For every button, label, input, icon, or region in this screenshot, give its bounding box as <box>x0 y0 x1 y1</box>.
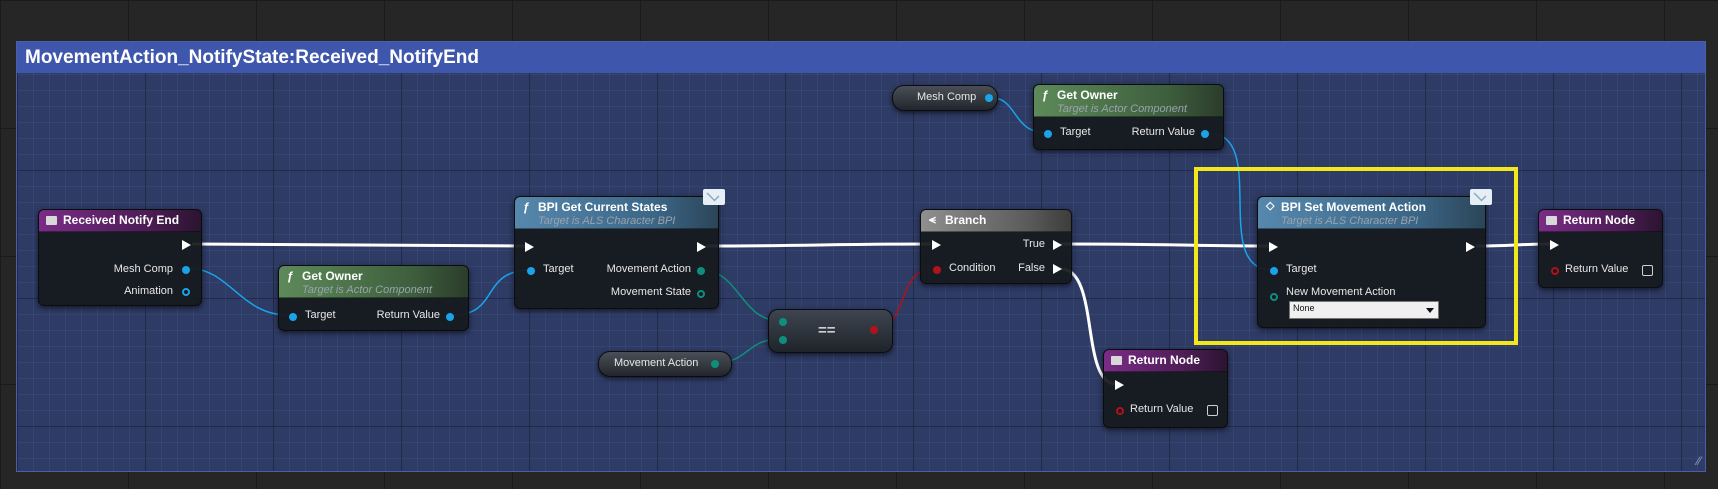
branch-node[interactable]: ⪪ Branch True Condition False <box>920 209 1072 284</box>
pin-label: Movement State <box>610 286 691 298</box>
pin-label: Return Value <box>376 309 440 321</box>
get-owner-node[interactable]: ƒ Get Owner Target is Actor Component Ta… <box>278 265 469 331</box>
node-title: BPI Get Current States <box>538 200 668 214</box>
node-header: Received Notify End <box>39 210 201 232</box>
pin-label: Target <box>305 309 336 321</box>
return-value-checkbox[interactable] <box>1207 405 1218 416</box>
branch-icon: ⪪ <box>929 212 936 226</box>
exec-in-pin[interactable] <box>932 240 941 250</box>
object-wire <box>186 267 289 316</box>
result-pin[interactable] <box>870 326 878 334</box>
pin-label: Return Value <box>1130 403 1194 415</box>
pin-label: True <box>1022 238 1045 250</box>
exec-in-pin[interactable] <box>1550 240 1559 250</box>
false-exec-pin[interactable] <box>1053 264 1062 274</box>
return-node[interactable]: Return Node Return Value <box>1538 209 1663 288</box>
return-value-pin[interactable] <box>1551 267 1559 275</box>
function-icon: ƒ <box>523 200 530 214</box>
node-header: Return Node <box>1539 210 1662 232</box>
pin-label: Target <box>543 263 574 275</box>
true-exec-pin[interactable] <box>1053 240 1062 250</box>
condition-pin[interactable] <box>933 266 941 274</box>
return-value-pin[interactable] <box>1116 407 1124 415</box>
node-title: Branch <box>945 213 987 227</box>
function-icon: ƒ <box>287 269 294 283</box>
event-icon <box>46 216 57 225</box>
node-title: Get Owner <box>1057 88 1118 102</box>
get-owner-node[interactable]: ƒ Get Owner Target is Actor Component Ta… <box>1033 84 1224 150</box>
variable-label: Movement Action <box>614 357 699 369</box>
mesh-comp-variable-node[interactable]: Mesh Comp <box>892 85 998 111</box>
movement-action-variable-node[interactable]: Movement Action <box>598 351 732 377</box>
node-title: Received Notify End <box>63 213 180 227</box>
variable-label: Mesh Comp <box>917 91 977 103</box>
pin-label: Condition <box>949 262 996 274</box>
pin-label: Movement Action <box>606 263 691 275</box>
movement-state-pin[interactable] <box>697 290 705 298</box>
node-header: ƒ Get Owner Target is Actor Component <box>1034 85 1223 117</box>
exec-out-pin[interactable] <box>182 240 191 250</box>
node-header: ⪪ Branch <box>921 210 1071 232</box>
pin-label: False <box>1018 262 1045 274</box>
return-icon <box>1546 216 1557 225</box>
node-header: ƒ Get Owner Target is Actor Component <box>279 266 468 298</box>
return-value-checkbox[interactable] <box>1642 265 1653 276</box>
input-b-pin[interactable] <box>779 336 787 344</box>
node-title: Return Node <box>1128 353 1200 367</box>
mesh-comp-out-pin[interactable] <box>985 94 993 102</box>
node-subtitle: Target is Actor Component <box>1057 103 1188 115</box>
selection-highlight <box>1194 167 1518 345</box>
pin-label: Mesh Comp <box>113 263 173 275</box>
return-value-pin[interactable] <box>1201 130 1209 138</box>
function-icon: ƒ <box>1042 88 1049 102</box>
pin-label: Return Value <box>1565 263 1629 275</box>
exec-wire <box>705 242 932 248</box>
message-envelope-icon <box>703 189 725 205</box>
animation-pin[interactable] <box>182 288 190 296</box>
node-header: ƒ BPI Get Current States Target is ALS C… <box>515 197 718 229</box>
node-subtitle: Target is Actor Component <box>302 284 433 296</box>
return-value-pin[interactable] <box>446 313 454 321</box>
pin-label: Target <box>1060 126 1091 138</box>
mesh-comp-pin[interactable] <box>182 266 190 274</box>
equal-enum-node[interactable]: == <box>768 309 893 353</box>
exec-wire <box>191 242 527 248</box>
equal-operator: == <box>818 322 836 339</box>
return-icon <box>1111 356 1122 365</box>
received-notify-end-node[interactable]: Received Notify End Mesh Comp Animation <box>38 209 202 306</box>
pin-label: Return Value <box>1131 126 1195 138</box>
movement-action-pin[interactable] <box>697 267 705 275</box>
exec-in-pin[interactable] <box>1115 380 1124 390</box>
target-pin[interactable] <box>289 313 297 321</box>
exec-out-pin[interactable] <box>697 242 706 252</box>
node-title: Return Node <box>1563 213 1635 227</box>
bpi-get-current-states-node[interactable]: ƒ BPI Get Current States Target is ALS C… <box>514 189 725 309</box>
movement-action-out-pin[interactable] <box>711 360 719 368</box>
input-a-pin[interactable] <box>779 318 787 326</box>
node-title: Get Owner <box>302 269 363 283</box>
node-subtitle: Target is ALS Character BPI <box>538 215 676 227</box>
node-header: Return Node <box>1104 350 1227 372</box>
target-pin[interactable] <box>527 267 535 275</box>
return-node[interactable]: Return Node Return Value <box>1103 349 1228 428</box>
exec-in-pin[interactable] <box>525 242 534 252</box>
pin-label: Animation <box>124 285 173 297</box>
target-pin[interactable] <box>1044 130 1052 138</box>
